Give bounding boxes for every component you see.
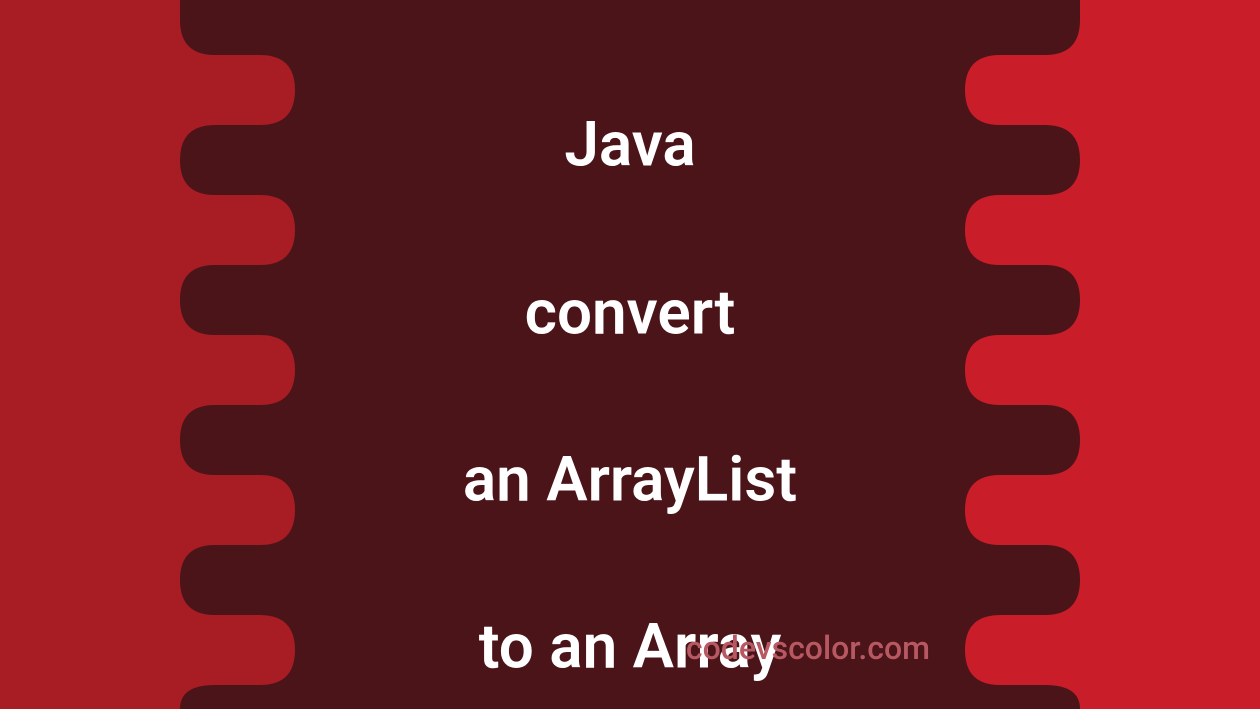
title-line-3: an ArrayList bbox=[463, 443, 797, 516]
banner-container: Java convert an ArrayList to an Array co… bbox=[0, 0, 1260, 709]
title-line-1: Java bbox=[564, 108, 695, 181]
banner-content: Java convert an ArrayList to an Array bbox=[463, 20, 797, 690]
watermark-text: codevscolor.com bbox=[686, 629, 930, 667]
blob-decoration-left bbox=[0, 0, 320, 709]
blob-decoration-right bbox=[940, 0, 1260, 709]
banner-title: Java convert an ArrayList to an Array bbox=[463, 20, 797, 690]
title-line-2: convert bbox=[525, 276, 736, 349]
